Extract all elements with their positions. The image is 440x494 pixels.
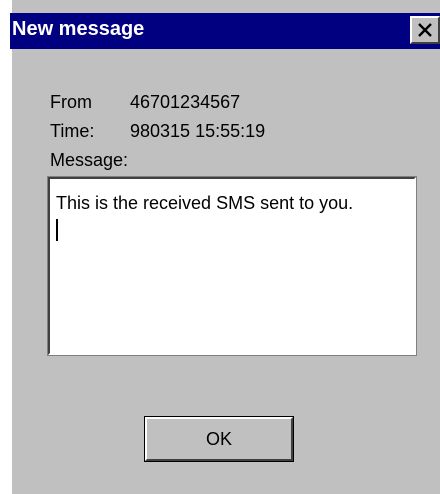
- window-title: New message: [12, 18, 145, 40]
- time-value: 980315 15:55:19: [130, 121, 266, 141]
- ok-button-label: OK: [205, 428, 232, 449]
- title-bar[interactable]: New message: [10, 13, 440, 49]
- new-message-dialog: New message From 46701234567 Time: 98031…: [0, 0, 440, 494]
- message-body: This is the received SMS sent to you.: [56, 193, 354, 213]
- ok-button-face: OK: [145, 417, 293, 461]
- from-value: 46701234567: [130, 92, 241, 112]
- message-text-area[interactable]: This is the received SMS sent to you.: [47, 176, 417, 356]
- close-button[interactable]: [410, 16, 440, 44]
- text-cursor: [56, 219, 58, 241]
- close-icon: [417, 23, 433, 37]
- ok-button[interactable]: OK: [144, 416, 294, 462]
- message-label: Message:: [50, 150, 129, 170]
- time-label: Time:: [50, 121, 95, 141]
- from-label: From: [50, 92, 92, 112]
